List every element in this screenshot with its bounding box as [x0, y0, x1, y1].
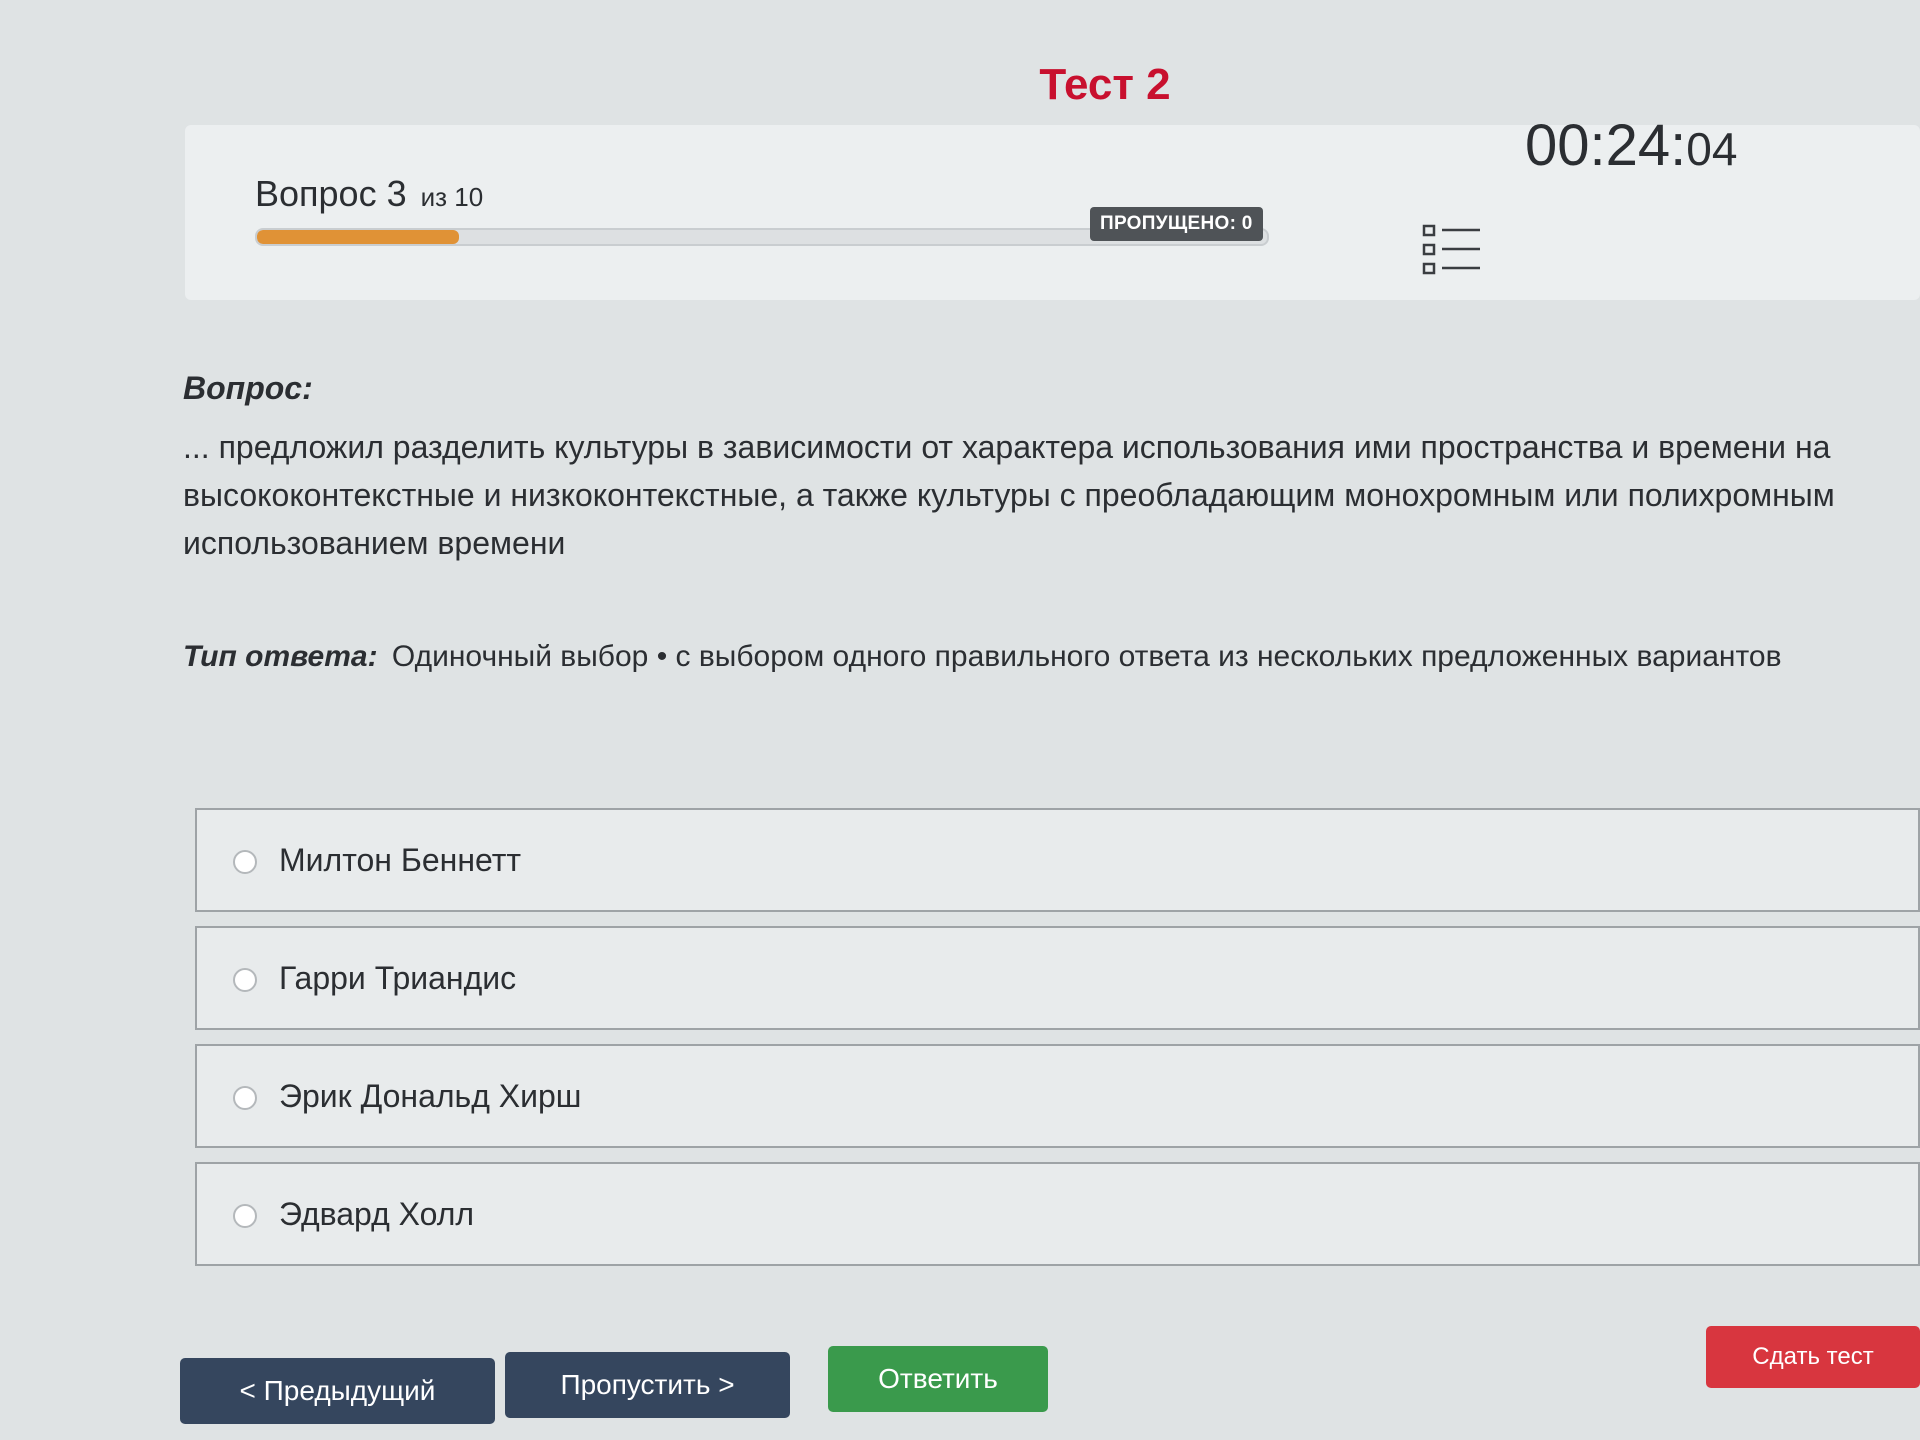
answer-option-label: Эдвард Холл [279, 1196, 475, 1232]
answer-option-label: Милтон Беннетт [279, 842, 522, 878]
skip-button[interactable]: Пропустить > [505, 1352, 790, 1418]
timer: 00:24:04 [1525, 112, 1737, 179]
answer-option[interactable]: Эдвард Холл [195, 1162, 1920, 1266]
question-block: Вопрос: ... предложил разделить культуры… [183, 370, 1873, 567]
radio-button[interactable] [233, 1204, 257, 1228]
progress-fill [257, 230, 459, 244]
answer-option[interactable]: Гарри Триандис [195, 926, 1920, 1030]
question-list-icon [1422, 224, 1480, 275]
timer-main: 00:24: [1525, 113, 1687, 178]
answer-option-label: Гарри Триандис [279, 960, 517, 996]
answer-type: Тип ответа: Одиночный выбор • с выбором … [183, 640, 1883, 674]
skipped-badge: ПРОПУЩЕНО: 0 [1090, 207, 1263, 241]
question-list-button[interactable] [1420, 220, 1484, 280]
answer-option[interactable]: Эрик Дональд Хирш [195, 1044, 1920, 1148]
radio-button[interactable] [233, 1086, 257, 1110]
question-label: Вопрос: [183, 370, 313, 406]
previous-button[interactable]: < Предыдущий [180, 1358, 495, 1424]
timer-seconds: 04 [1686, 123, 1738, 175]
radio-button[interactable] [233, 850, 257, 874]
answer-type-value: Одиночный выбор • с выбором одного прави… [391, 640, 1782, 673]
question-counter: Вопрос 3 из 10 [255, 173, 483, 215]
submit-test-button[interactable]: Сдать тест [1706, 1326, 1920, 1388]
answer-option-label: Эрик Дональд Хирш [279, 1078, 582, 1114]
answer-button[interactable]: Ответить [828, 1346, 1048, 1412]
answer-option[interactable]: Милтон Беннетт [195, 808, 1920, 912]
answer-type-label: Тип ответа: [183, 640, 378, 673]
question-text: ... предложил разделить культуры в завис… [183, 429, 1835, 561]
question-total: из 10 [420, 182, 484, 212]
page-title: Тест 2 [1039, 60, 1171, 109]
radio-button[interactable] [233, 968, 257, 992]
answer-options: Милтон Беннетт Гарри Триандис Эрик Донал… [195, 808, 1920, 1280]
question-number: Вопрос 3 [255, 173, 407, 214]
